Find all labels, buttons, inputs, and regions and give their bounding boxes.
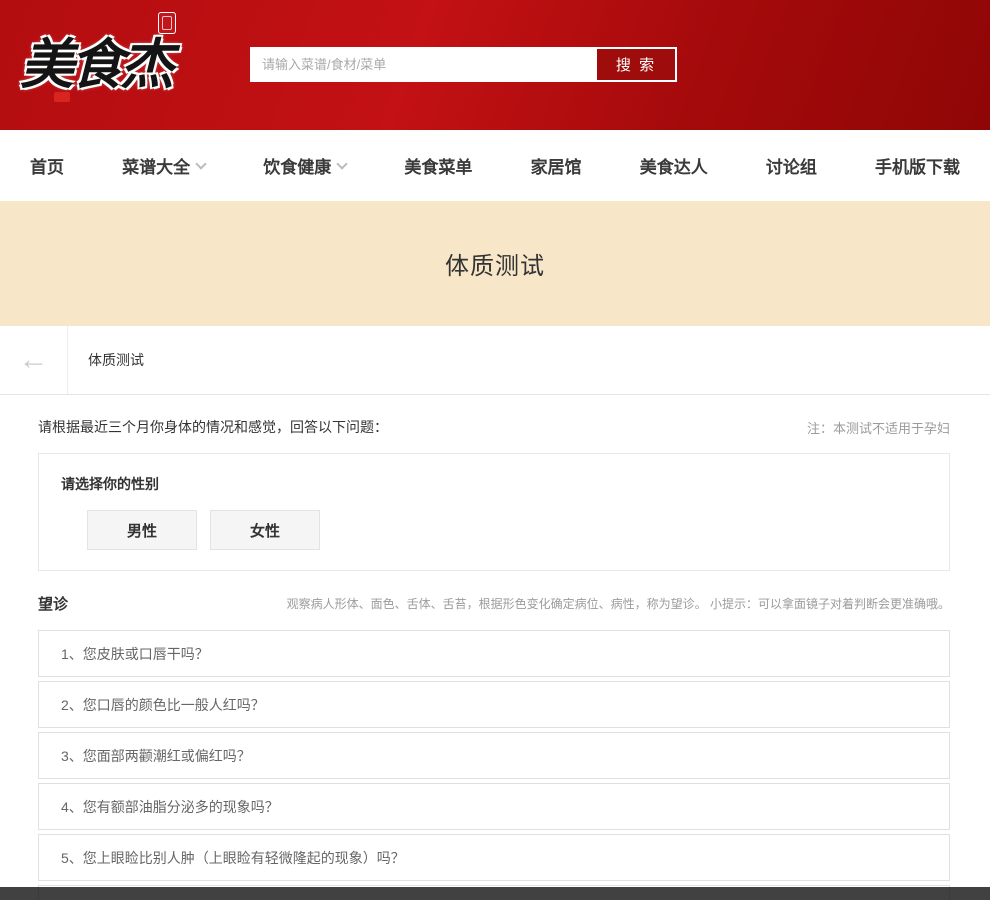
pregnancy-note: 注：本测试不适用于孕妇 — [806, 420, 950, 436]
back-button[interactable]: ← — [0, 326, 68, 394]
nav-label: 手机版下载 — [874, 158, 960, 177]
section-title: 望诊 — [38, 596, 69, 613]
logo-red-mark-icon — [54, 92, 70, 102]
back-arrow-icon: ← — [18, 343, 49, 376]
nav-item-home[interactable]: 首页 — [30, 153, 64, 178]
question-item[interactable]: 3、您面部两颧潮红或偏红吗？ — [38, 732, 950, 779]
question-text: 1、您皮肤或口唇干吗？ — [61, 645, 209, 662]
nav-label: 美食达人 — [639, 158, 708, 177]
breadcrumb: ← 体质测试 — [0, 326, 990, 395]
bottom-dark-overlay — [0, 887, 990, 900]
page-title: 体质测试 — [445, 253, 545, 280]
nav-item-food-expert[interactable]: 美食达人 — [640, 153, 708, 178]
male-button[interactable]: 男性 — [87, 510, 197, 550]
nav-label: 家居馆 — [530, 158, 582, 177]
page-banner: 体质测试 — [0, 201, 990, 326]
nav-label: 讨论组 — [765, 158, 817, 177]
question-list: 1、您皮肤或口唇干吗？ 2、您口唇的颜色比一般人红吗？ 3、您面部两颧潮红或偏红… — [38, 630, 950, 900]
chevron-down-icon — [195, 157, 207, 170]
question-text: 5、您上眼睑比别人肿（上眼睑有轻微隆起的现象）吗？ — [61, 849, 405, 866]
nav-item-home-store[interactable]: 家居馆 — [531, 153, 582, 178]
gender-select-panel: 请选择你的性别 男性 女性 — [38, 453, 950, 571]
chevron-down-icon — [336, 157, 348, 170]
question-item[interactable]: 2、您口唇的颜色比一般人红吗？ — [38, 681, 950, 728]
nav-label: 饮食健康 — [263, 158, 332, 177]
inspection-section-header: 望诊 观察病人形体、面色、舌体、舌苔，根据形色变化确定病位、病性，称为望诊。 小… — [38, 593, 950, 614]
intro-row: 请根据最近三个月你身体的情况和感觉，回答以下问题： 注：本测试不适用于孕妇 — [38, 417, 950, 437]
nav-item-discussion-group[interactable]: 讨论组 — [766, 153, 817, 178]
question-item[interactable]: 4、您有额部油脂分泌多的现象吗？ — [38, 783, 950, 830]
female-button[interactable]: 女性 — [210, 510, 320, 550]
gender-buttons: 男性 女性 — [87, 510, 927, 550]
section-description: 观察病人形体、面色、舌体、舌苔，根据形色变化确定病位、病性，称为望诊。 小提示：… — [286, 597, 950, 611]
nav-item-food-menu[interactable]: 美食菜单 — [404, 153, 472, 178]
question-item[interactable]: 1、您皮肤或口唇干吗？ — [38, 630, 950, 677]
nav-item-recipes[interactable]: 菜谱大全 — [122, 153, 207, 178]
site-logo[interactable]: 美食杰 — [20, 12, 190, 110]
gender-title: 请选择你的性别 — [61, 476, 159, 492]
main-content: 请根据最近三个月你身体的情况和感觉，回答以下问题： 注：本测试不适用于孕妇 请选… — [0, 417, 990, 900]
nav-item-diet-health[interactable]: 饮食健康 — [263, 153, 348, 178]
breadcrumb-label: 体质测试 — [88, 352, 144, 368]
search-bar: 搜 索 — [250, 47, 677, 82]
main-navigation: 首页 菜谱大全 饮食健康 美食菜单 家居馆 美食达人 讨论组 手机版下载 — [0, 130, 990, 201]
question-text: 2、您口唇的颜色比一般人红吗？ — [61, 696, 265, 713]
question-text: 3、您面部两颧潮红或偏红吗？ — [61, 747, 251, 764]
intro-text: 请根据最近三个月你身体的情况和感觉，回答以下问题： — [38, 419, 388, 435]
nav-item-mobile-download[interactable]: 手机版下载 — [875, 153, 960, 178]
nav-label: 首页 — [30, 158, 64, 177]
site-header: 美食杰 搜 索 — [0, 0, 990, 130]
logo-seal-stamp-icon — [158, 12, 176, 34]
question-text: 4、您有额部油脂分泌多的现象吗？ — [61, 798, 279, 815]
question-item[interactable]: 5、您上眼睑比别人肿（上眼睑有轻微隆起的现象）吗？ — [38, 834, 950, 881]
nav-label: 美食菜单 — [404, 158, 473, 177]
nav-label: 菜谱大全 — [122, 158, 191, 177]
search-button[interactable]: 搜 索 — [595, 47, 677, 82]
